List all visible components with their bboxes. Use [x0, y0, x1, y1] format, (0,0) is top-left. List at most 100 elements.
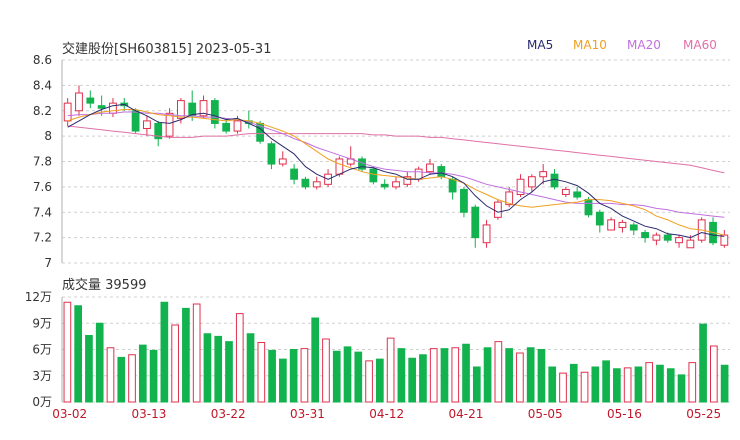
volume-bar — [182, 307, 190, 403]
volume-bar — [311, 317, 320, 403]
volume-tick-label: 12万 — [25, 290, 52, 304]
price-tick-label: 7.8 — [33, 155, 52, 169]
volume-tick-label: 0万 — [32, 395, 52, 409]
volume-bar — [666, 368, 675, 403]
candle-up — [165, 112, 174, 137]
price-tick-label: 7.4 — [33, 205, 52, 219]
volume-bar — [106, 347, 115, 403]
candle-up — [312, 181, 321, 188]
candle-up — [652, 234, 661, 241]
candle-down — [595, 211, 604, 226]
volume-bar — [343, 346, 352, 403]
volume-bar — [537, 349, 546, 403]
price-tick-label: 7.2 — [33, 231, 52, 245]
volume-bar — [677, 374, 686, 403]
volume-bar — [440, 348, 449, 403]
volume-bar — [548, 366, 557, 403]
volume-bar — [419, 354, 427, 403]
candle-down — [550, 173, 559, 188]
stock-chart: 8.6 8.4 8.2 8 7.8 7.6 7.4 7.2 7 12万 9万 6万 3万 0万03-02 0… — [25, 53, 730, 421]
candle-up — [109, 102, 117, 114]
volume-bar — [709, 345, 718, 403]
volume-bar — [688, 362, 697, 403]
date-tick-label: 03-31 — [290, 407, 325, 421]
volume-bar — [85, 335, 93, 403]
volume-bar — [235, 313, 244, 403]
volume-bar — [494, 341, 503, 403]
candle-down — [573, 191, 582, 198]
volume-bar — [160, 301, 169, 403]
volume-bar — [397, 348, 406, 403]
candle-up — [482, 224, 491, 244]
price-tick-label: 8.2 — [33, 104, 52, 118]
candle-up — [392, 181, 400, 188]
volume-bar — [192, 303, 201, 403]
volume-bar — [613, 368, 621, 403]
price-tick-label: 7.6 — [33, 180, 52, 194]
volume-bar — [257, 342, 266, 403]
volume-bar — [602, 360, 610, 403]
candle-up — [335, 158, 344, 175]
candle-up — [618, 221, 627, 228]
volume-bar — [645, 362, 654, 403]
candle-down — [663, 234, 672, 241]
candle-down — [437, 166, 446, 178]
price-tick-label: 8 — [44, 129, 52, 143]
candle-up — [527, 176, 536, 188]
candle-down — [86, 97, 95, 104]
candle-up — [63, 102, 72, 122]
volume-bar — [375, 358, 384, 403]
volume-bar — [171, 324, 179, 403]
volume-bar — [138, 344, 147, 403]
candle-down — [131, 110, 140, 132]
candle-up — [75, 92, 83, 112]
date-tick-label: 05-05 — [528, 407, 563, 421]
volume-bar — [149, 349, 158, 403]
candle-down — [267, 143, 276, 165]
price-tick-label: 7 — [44, 256, 52, 270]
volume-bar — [246, 333, 255, 403]
candle-down — [380, 183, 389, 188]
candle-down — [641, 232, 649, 239]
candle-up — [675, 237, 683, 244]
candle-up — [278, 158, 287, 165]
candle-down — [222, 122, 231, 132]
date-tick-label: 05-25 — [686, 407, 721, 421]
volume-bar — [526, 347, 535, 403]
volume-bar — [656, 364, 664, 403]
volume-bar — [117, 356, 126, 403]
volume-bar — [128, 354, 136, 403]
volume-bar — [322, 338, 330, 403]
volume-tick-label: 6万 — [32, 343, 52, 357]
volume-bar — [63, 301, 72, 403]
volume-bar — [580, 371, 589, 403]
candle-down — [369, 168, 378, 183]
volume-bar — [429, 348, 438, 403]
candle-up — [686, 239, 695, 249]
volume-bar — [451, 347, 460, 403]
volume-tick-label: 3万 — [32, 369, 52, 383]
volume-bar — [289, 349, 298, 403]
candle-down — [97, 105, 106, 109]
volume-bar — [300, 348, 309, 403]
volume-bar — [279, 358, 287, 403]
volume-tick-label: 9万 — [32, 316, 52, 330]
volume-bar — [569, 363, 578, 403]
candle-up — [494, 201, 502, 218]
candle-down — [448, 178, 457, 193]
candle-up — [233, 120, 242, 132]
volume-bar — [516, 352, 524, 403]
volume-bar — [408, 357, 417, 403]
volume-bar — [74, 305, 83, 403]
volume-bar — [591, 366, 600, 403]
candle-down — [290, 168, 298, 180]
volume-bar — [268, 349, 276, 403]
candle-down — [460, 188, 468, 213]
date-tick-label: 04-21 — [448, 407, 483, 421]
volume-bar — [462, 343, 470, 403]
volume-bar — [386, 337, 395, 403]
volume-bar — [559, 372, 567, 403]
candle-down — [629, 224, 638, 231]
date-tick-label: 04-12 — [369, 407, 404, 421]
volume-bar — [505, 348, 513, 403]
